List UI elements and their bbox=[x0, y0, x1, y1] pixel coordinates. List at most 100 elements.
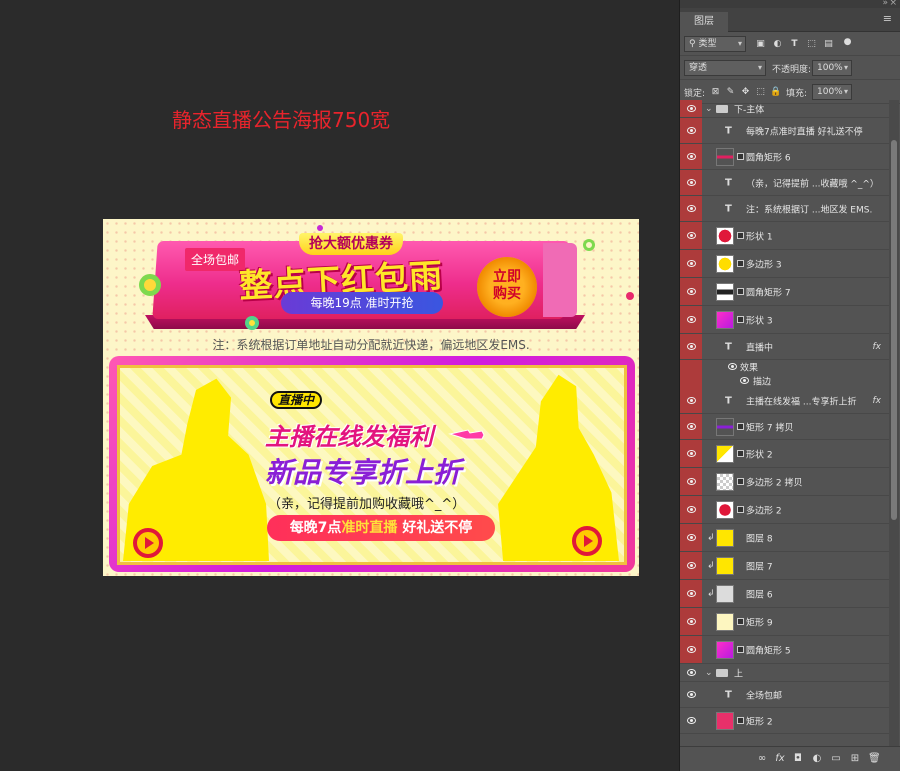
close-icon[interactable]: × bbox=[889, 0, 897, 8]
layer-row[interactable]: 圆角矩形 7 bbox=[680, 278, 889, 306]
filter-toggle-icon[interactable]: ● bbox=[842, 37, 853, 47]
new-layer-icon[interactable]: ⊞ bbox=[849, 753, 861, 765]
lock-transparent-icon[interactable]: ⊠ bbox=[710, 87, 721, 97]
lock-all-icon[interactable]: 🔒 bbox=[770, 87, 781, 97]
layer-row[interactable]: 多边形 2 bbox=[680, 496, 889, 524]
layer-row[interactable]: T 全场包邮 bbox=[680, 682, 889, 708]
panel-menu-icon[interactable]: ≡ bbox=[883, 12, 892, 25]
layer-name: 上 bbox=[734, 669, 744, 679]
layer-group-row[interactable]: ⌄ 上 bbox=[680, 664, 889, 682]
shipping-note: 注：系统根据订单地址自动分配就近快递，偏远地区发EMS. bbox=[212, 338, 530, 352]
folder-icon[interactable]: ▭ bbox=[830, 753, 842, 765]
visibility-eye-icon[interactable] bbox=[687, 668, 696, 676]
visibility-eye-icon[interactable] bbox=[687, 231, 696, 239]
vector-mask-icon bbox=[737, 617, 744, 625]
blend-mode-value: 穿透 bbox=[689, 63, 708, 73]
layer-row[interactable]: 圆角矩形 6 bbox=[680, 144, 889, 170]
visibility-eye-icon[interactable] bbox=[687, 178, 696, 186]
collapse-icon[interactable]: » bbox=[882, 0, 888, 8]
opacity-input[interactable]: 100% ▾ bbox=[812, 60, 852, 76]
adjustment-icon[interactable]: ◐ bbox=[811, 753, 823, 765]
lock-artboard-icon[interactable]: ⬚ bbox=[755, 87, 766, 97]
layer-row[interactable]: 圆角矩形 5 bbox=[680, 636, 889, 664]
layer-row[interactable]: ↲ 图层 6 bbox=[680, 580, 889, 608]
layer-row[interactable]: T 直播中 fx bbox=[680, 334, 889, 360]
host-welfare-title: 主播在线发福利 bbox=[265, 423, 433, 451]
layer-row[interactable]: ↲ 图层 8 bbox=[680, 524, 889, 552]
buy-now-button[interactable]: 立即 购买 bbox=[477, 257, 537, 317]
text-layer-icon: T bbox=[725, 395, 732, 406]
layer-row[interactable]: 矩形 9 bbox=[680, 608, 889, 636]
text-layer-icon: T bbox=[725, 125, 732, 136]
layer-thumbnail bbox=[716, 612, 734, 631]
layer-name: 形状 1 bbox=[746, 232, 773, 242]
fx-icon[interactable]: fx bbox=[873, 396, 882, 406]
scrollbar-thumb[interactable] bbox=[891, 140, 897, 520]
tab-layers[interactable]: 图层 bbox=[680, 12, 728, 32]
layer-row[interactable]: ↲ 图层 7 bbox=[680, 552, 889, 580]
visibility-eye-icon[interactable] bbox=[687, 315, 696, 323]
layer-row[interactable]: 多边形 3 bbox=[680, 250, 889, 278]
visibility-eye-icon[interactable] bbox=[728, 363, 737, 370]
layer-row[interactable]: 多边形 2 拷贝 bbox=[680, 468, 889, 496]
visibility-eye-icon[interactable] bbox=[687, 561, 696, 569]
visibility-eye-icon[interactable] bbox=[687, 533, 696, 541]
link-icon[interactable]: ∞ bbox=[756, 753, 768, 765]
layer-row[interactable]: T 每晚7点准时直播 好礼送不停 bbox=[680, 118, 889, 144]
layer-row[interactable]: 形状 1 bbox=[680, 222, 889, 250]
visibility-eye-icon[interactable] bbox=[687, 449, 696, 457]
visibility-eye-icon[interactable] bbox=[687, 505, 696, 513]
chevron-down-icon[interactable]: ⌄ bbox=[705, 668, 713, 678]
visibility-eye-icon[interactable] bbox=[687, 617, 696, 625]
layer-effect-row[interactable]: 描边 bbox=[680, 374, 889, 388]
layer-row[interactable]: 矩形 2 bbox=[680, 708, 889, 734]
visibility-eye-icon[interactable] bbox=[687, 396, 696, 404]
visibility-eye-icon[interactable] bbox=[687, 477, 696, 485]
visibility-eye-icon[interactable] bbox=[687, 259, 696, 267]
visibility-eye-icon[interactable] bbox=[687, 342, 696, 350]
filter-adjustment-icon[interactable]: ◐ bbox=[772, 39, 783, 49]
visibility-eye-icon[interactable] bbox=[740, 377, 749, 384]
visibility-eye-icon[interactable] bbox=[687, 589, 696, 597]
filter-pixel-icon[interactable]: ▣ bbox=[755, 39, 766, 49]
poster-canvas[interactable]: 抢大额优惠券 全场包邮 整点下红包雨 每晚19点 准时开抢 立即 购买 注：系统… bbox=[103, 219, 639, 576]
filter-type-select[interactable]: ⚲ 类型 ▾ bbox=[684, 36, 746, 52]
layer-group-row[interactable]: ⌄ 下-主体 bbox=[680, 100, 889, 118]
visibility-eye-icon[interactable] bbox=[687, 690, 696, 698]
layer-row[interactable]: T 注：系统根据订 ...地区发 EMS. bbox=[680, 196, 889, 222]
confetti-dot-icon bbox=[317, 225, 323, 231]
layer-row[interactable]: 形状 3 bbox=[680, 306, 889, 334]
visibility-eye-icon[interactable] bbox=[687, 126, 696, 134]
filter-shape-icon[interactable]: ⬚ bbox=[806, 39, 817, 49]
layer-name: 图层 7 bbox=[746, 562, 773, 572]
trash-icon[interactable]: 🗑 bbox=[868, 753, 881, 765]
mask-icon[interactable]: ◘ bbox=[792, 753, 804, 765]
layer-effect-row[interactable]: 效果 bbox=[680, 360, 889, 374]
layer-thumbnail bbox=[716, 556, 734, 575]
layer-row[interactable]: T 主播在线发福 ...专享折上折 fx bbox=[680, 388, 889, 414]
lock-paint-icon[interactable]: ✎ bbox=[725, 87, 736, 97]
layer-name: 多边形 2 拷贝 bbox=[746, 478, 803, 488]
visibility-eye-icon[interactable] bbox=[687, 716, 696, 724]
visibility-eye-icon[interactable] bbox=[687, 645, 696, 653]
visibility-eye-icon[interactable] bbox=[687, 204, 696, 212]
layer-thumbnail bbox=[716, 584, 734, 603]
lock-move-icon[interactable]: ✥ bbox=[740, 87, 751, 97]
filter-text-icon[interactable]: T bbox=[789, 39, 800, 49]
fill-input[interactable]: 100% ▾ bbox=[812, 84, 852, 100]
fx-icon[interactable]: fx bbox=[873, 342, 882, 352]
layers-scrollbar[interactable] bbox=[889, 100, 899, 746]
layer-row[interactable]: T （亲，记得提前 ...收藏哦 ^_^） bbox=[680, 170, 889, 196]
visibility-eye-icon[interactable] bbox=[687, 287, 696, 295]
visibility-eye-icon[interactable] bbox=[687, 104, 696, 112]
blend-mode-select[interactable]: 穿透 ▾ bbox=[684, 60, 766, 76]
visibility-eye-icon[interactable] bbox=[687, 152, 696, 160]
panel-titlebar: » × bbox=[680, 0, 900, 8]
layer-row[interactable]: 矩形 7 拷贝 bbox=[680, 414, 889, 440]
filter-smart-object-icon[interactable]: ▤ bbox=[823, 39, 834, 49]
fx-icon[interactable]: fx bbox=[774, 753, 786, 765]
chevron-down-icon[interactable]: ⌄ bbox=[705, 104, 713, 114]
layer-name: 矩形 7 拷贝 bbox=[746, 423, 794, 433]
visibility-eye-icon[interactable] bbox=[687, 422, 696, 430]
layer-row[interactable]: 形状 2 bbox=[680, 440, 889, 468]
